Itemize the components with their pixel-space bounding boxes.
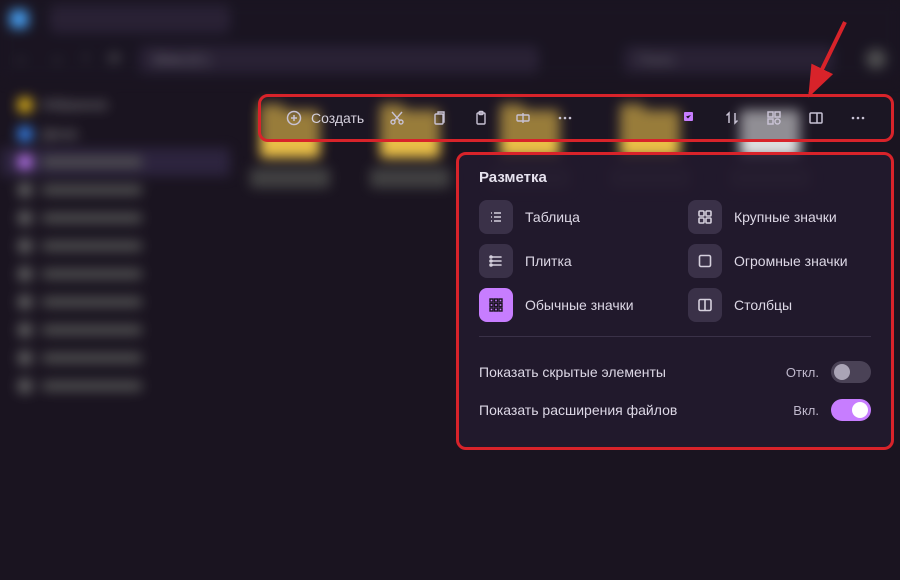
rename-button[interactable] [504,103,542,133]
sort-icon [723,109,741,127]
panel-title: Разметка [479,169,871,186]
grid-large-icon [688,200,722,234]
layout-panel: Разметка Таблица Крупные значки Плитка О… [456,152,894,450]
copy-button[interactable] [420,103,458,133]
create-label: Создать [311,110,364,126]
paste-button[interactable] [462,103,500,133]
layout-opt-xlarge[interactable]: Огромные значки [688,244,871,278]
select-icon [681,109,699,127]
layout-opt-medium[interactable]: Обычные значки [479,288,662,322]
toggle-hidden-state: Откл. [786,365,819,380]
select-all-button[interactable] [671,103,709,133]
grid-medium-icon [479,288,513,322]
toggle-hidden[interactable] [831,361,871,383]
sort-button[interactable] [713,103,751,133]
toggle-ext-row: Показать расширения файлов Вкл. [479,391,871,429]
clipboard-icon [472,109,490,127]
layout-opt-large[interactable]: Крупные значки [688,200,871,234]
columns-icon [688,288,722,322]
toggle-ext[interactable] [831,399,871,421]
toggle-ext-label: Показать расширения файлов [479,402,677,418]
square-icon [688,244,722,278]
scissors-icon [388,109,406,127]
dots-icon [849,109,867,127]
rename-icon [514,109,532,127]
cut-button[interactable] [378,103,416,133]
toggle-hidden-label: Показать скрытые элементы [479,364,666,380]
dots-icon [556,109,574,127]
tiles-icon [479,244,513,278]
plus-icon [285,109,303,127]
toggle-hidden-row: Показать скрытые элементы Откл. [479,353,871,391]
toggle-ext-state: Вкл. [793,403,819,418]
layout-opt-table[interactable]: Таблица [479,200,662,234]
pane-icon [807,109,825,127]
layout-opt-tiles[interactable]: Плитка [479,244,662,278]
list-details-icon [479,200,513,234]
layout-opt-columns[interactable]: Столбцы [688,288,871,322]
layout-icon [765,109,783,127]
overflow-button[interactable] [839,103,877,133]
copy-icon [430,109,448,127]
create-button[interactable]: Создать [275,103,374,133]
layout-button[interactable] [755,103,793,133]
toolbar-highlight: Создать [258,94,894,142]
more-actions-button[interactable] [546,103,584,133]
preview-pane-button[interactable] [797,103,835,133]
